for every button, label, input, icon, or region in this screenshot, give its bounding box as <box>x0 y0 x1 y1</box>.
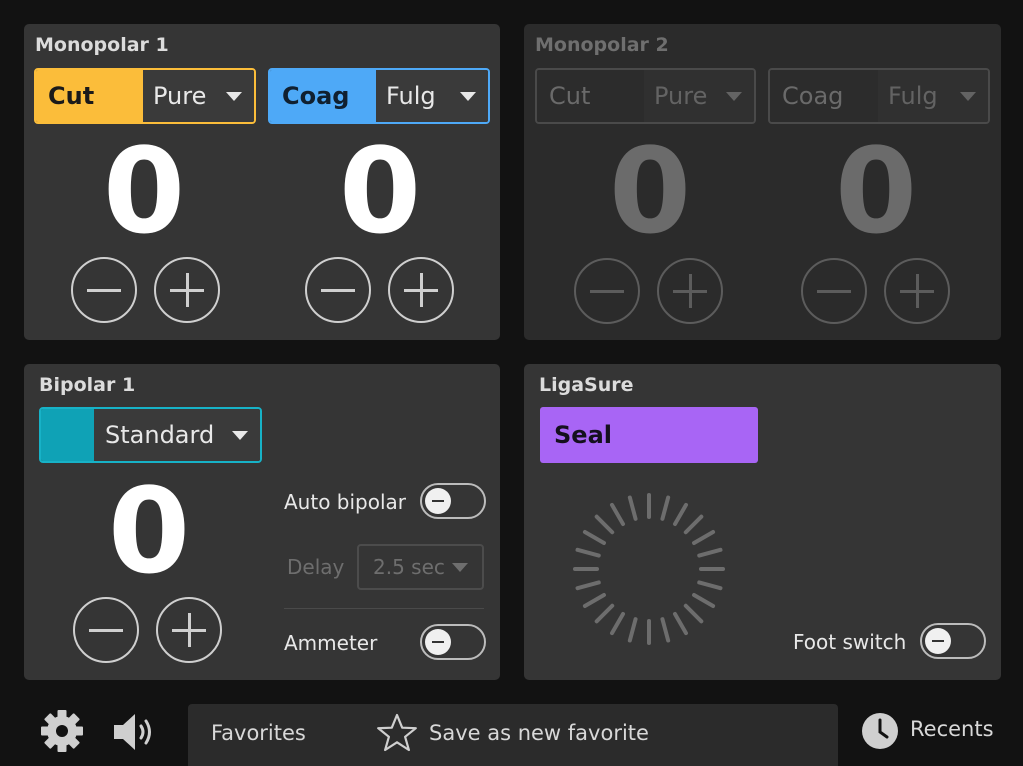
bipolar-1-panel: Bipolar 1 Standard 0 Auto bipolar Delay … <box>24 364 500 680</box>
panel-title: Monopolar 2 <box>535 34 669 56</box>
bipolar-mode[interactable]: Standard <box>39 407 262 463</box>
bipolar-power-value: 0 <box>107 462 191 600</box>
chevron-down-icon <box>232 430 248 440</box>
foot-switch-toggle[interactable] <box>920 623 986 659</box>
spinner-tick <box>582 593 606 608</box>
spinner-tick <box>697 580 723 591</box>
toggle-knob-icon <box>925 628 951 654</box>
save-favorite-button[interactable]: Save as new favorite <box>376 712 656 758</box>
spinner-tick <box>594 514 615 535</box>
mono2-coag-mode[interactable]: Coag Fulg <box>768 68 990 124</box>
coag-decrease-button[interactable] <box>305 257 371 323</box>
spinner-tick <box>697 547 723 558</box>
coag-increase-button[interactable] <box>388 257 454 323</box>
bipolar-mode-dropdown[interactable]: Standard <box>94 409 260 461</box>
clock-icon <box>862 713 898 749</box>
panel-title: Bipolar 1 <box>39 374 136 396</box>
foot-switch-label: Foot switch <box>793 630 907 654</box>
recents-label: Recents <box>910 717 994 741</box>
speaker-icon[interactable] <box>111 710 157 754</box>
spinner-tick <box>627 617 638 643</box>
spinner-tick <box>594 603 615 624</box>
bipolar-mode-value: Standard <box>105 421 215 449</box>
mono1-coag-mode[interactable]: Coag Fulg <box>268 68 490 124</box>
mono2-cut-mode[interactable]: Cut Pure <box>535 68 756 124</box>
spinner-tick <box>575 580 601 591</box>
star-icon <box>377 713 417 752</box>
cut-mode-value: Pure <box>654 82 708 110</box>
cut-mode-value: Pure <box>153 82 207 110</box>
chevron-down-icon <box>726 91 742 101</box>
bipolar-color-swatch <box>41 409 94 461</box>
panel-title: LigaSure <box>539 374 634 396</box>
spinner-tick <box>610 612 625 636</box>
cut-increase-button[interactable] <box>154 257 220 323</box>
mono1-cut-mode[interactable]: Cut Pure <box>34 68 256 124</box>
coag-power-value: 0 <box>834 122 918 260</box>
cut-label: Cut <box>36 70 143 122</box>
favorites-button[interactable]: Favorites <box>211 721 306 745</box>
spinner-tick <box>692 593 716 608</box>
bipolar-decrease-button[interactable] <box>73 597 139 663</box>
spinner-tick <box>610 502 625 526</box>
coag-mode-value: Fulg <box>386 82 436 110</box>
delay-dropdown[interactable]: 2.5 sec <box>357 544 484 590</box>
coag-mode-dropdown[interactable]: Fulg <box>376 70 488 122</box>
recents-button[interactable]: Recents <box>860 710 1010 752</box>
favorites-bar: Favorites Save as new favorite <box>188 704 838 766</box>
monopolar-2-panel: Monopolar 2 Cut Pure Coag Fulg 0 0 <box>524 24 1001 340</box>
delay-label: Delay <box>287 555 345 579</box>
spinner-tick <box>627 495 638 521</box>
save-favorite-label: Save as new favorite <box>429 721 649 745</box>
coag-decrease-button[interactable] <box>801 258 867 324</box>
auto-bipolar-label: Auto bipolar <box>284 490 407 514</box>
chevron-down-icon <box>226 91 242 101</box>
ammeter-label: Ammeter <box>284 631 378 655</box>
seal-label: Seal <box>554 421 612 449</box>
chevron-down-icon <box>960 91 976 101</box>
gear-icon[interactable] <box>40 709 84 753</box>
ligasure-panel: LigaSure Seal Foot switch <box>524 364 1001 680</box>
monopolar-1-panel: Monopolar 1 Cut Pure Coag Fulg 0 0 <box>24 24 500 340</box>
delay-value: 2.5 sec <box>373 555 445 579</box>
coag-mode-value: Fulg <box>888 82 938 110</box>
cut-decrease-button[interactable] <box>71 257 137 323</box>
cut-label: Cut <box>537 70 644 122</box>
auto-bipolar-toggle[interactable] <box>420 483 486 519</box>
spinner-tick <box>575 547 601 558</box>
spinner-tick <box>683 514 704 535</box>
chevron-down-icon <box>460 91 476 101</box>
coag-increase-button[interactable] <box>884 258 950 324</box>
cut-power-value: 0 <box>608 122 692 260</box>
cut-increase-button[interactable] <box>657 258 723 324</box>
spinner-tick <box>660 495 671 521</box>
panel-title: Monopolar 1 <box>35 34 169 56</box>
bipolar-increase-button[interactable] <box>156 597 222 663</box>
spinner-tick <box>582 530 606 545</box>
loading-spinner-icon <box>573 493 725 645</box>
coag-label: Coag <box>270 70 376 122</box>
cut-power-value: 0 <box>102 122 186 260</box>
toggle-knob-icon <box>425 488 451 514</box>
spinner-tick <box>673 612 688 636</box>
spinner-tick <box>673 502 688 526</box>
spinner-tick <box>692 530 716 545</box>
ammeter-toggle[interactable] <box>420 624 486 660</box>
cut-decrease-button[interactable] <box>574 258 640 324</box>
coag-mode-dropdown[interactable]: Fulg <box>878 70 988 122</box>
cut-mode-dropdown[interactable]: Pure <box>644 70 754 122</box>
chevron-down-icon <box>452 562 468 572</box>
spinner-tick <box>683 603 704 624</box>
coag-power-value: 0 <box>338 122 422 260</box>
seal-button[interactable]: Seal <box>540 407 758 463</box>
divider <box>284 608 484 609</box>
spinner-tick <box>660 617 671 643</box>
coag-label: Coag <box>770 70 878 122</box>
toggle-knob-icon <box>425 629 451 655</box>
cut-mode-dropdown[interactable]: Pure <box>143 70 254 122</box>
